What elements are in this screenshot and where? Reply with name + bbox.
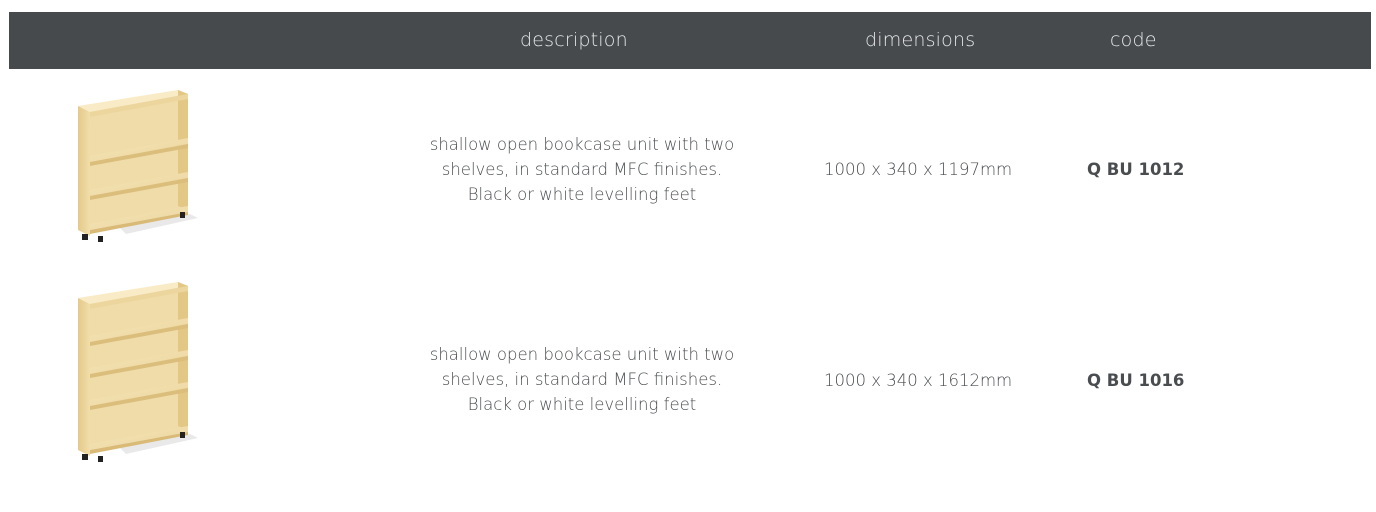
header-code: code <box>1110 29 1157 51</box>
description-line: Black or white levelling feet <box>467 395 697 414</box>
product-row: shallow open bookcase unit with two shel… <box>0 280 1376 470</box>
description-line: shallow open bookcase unit with two <box>429 345 735 364</box>
shallow-bookcase-4-shelf-icon <box>78 282 198 462</box>
product-description: shallow open bookcase unit with two shel… <box>372 132 792 207</box>
header-dimensions: dimensions <box>865 29 976 51</box>
product-code: Q BU 1016 <box>1087 371 1185 390</box>
product-dimensions: 1000 x 340 x 1612mm <box>824 371 1013 390</box>
product-description: shallow open bookcase unit with two shel… <box>372 342 792 417</box>
description-line: shelves, in standard MFC finishes. <box>441 370 723 389</box>
product-dimensions: 1000 x 340 x 1197mm <box>824 160 1013 179</box>
description-line: shallow open bookcase unit with two <box>429 135 735 154</box>
product-code: Q BU 1012 <box>1087 160 1185 179</box>
description-line: Black or white levelling feet <box>467 185 697 204</box>
shallow-bookcase-2-shelf-icon <box>78 90 198 242</box>
product-row: shallow open bookcase unit with two shel… <box>0 88 1376 250</box>
header-description: description <box>520 29 628 51</box>
description-line: shelves, in standard MFC finishes. <box>441 160 723 179</box>
table-header: description dimensions code <box>9 12 1371 69</box>
